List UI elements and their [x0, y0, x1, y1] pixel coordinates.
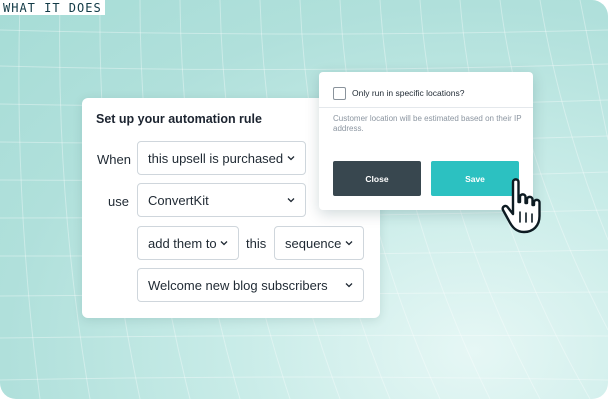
sequence-select-value: Welcome new blog subscribers: [148, 277, 328, 293]
chevron-down-icon: [345, 283, 353, 288]
chevron-down-icon: [287, 198, 295, 203]
hand-pointer-icon: [501, 178, 541, 234]
trigger-select[interactable]: this upsell is purchased: [137, 141, 306, 175]
rule-card-title: Set up your automation rule: [96, 112, 262, 126]
specific-locations-checkbox[interactable]: [333, 87, 346, 100]
chevron-down-icon: [287, 156, 295, 161]
section-label: WHAT IT DOES: [0, 0, 105, 15]
trigger-select-value: this upsell is purchased: [148, 150, 284, 166]
chevron-down-icon: [220, 241, 228, 246]
integration-select-value: ConvertKit: [148, 192, 209, 208]
action-select-value: add them to: [148, 235, 217, 251]
target-type-select[interactable]: sequence: [274, 226, 364, 260]
location-hint: Customer location will be estimated base…: [333, 114, 522, 133]
specific-locations-label: Only run in specific locations?: [352, 88, 465, 98]
sequence-select[interactable]: Welcome new blog subscribers: [137, 268, 364, 302]
when-label: When: [97, 152, 131, 167]
action-select[interactable]: add them to: [137, 226, 239, 260]
divider: [319, 107, 533, 108]
this-label: this: [246, 236, 267, 251]
target-type-select-value: sequence: [285, 235, 342, 251]
chevron-down-icon: [345, 241, 353, 246]
use-label: use: [108, 194, 129, 209]
close-button[interactable]: Close: [333, 161, 421, 196]
integration-select[interactable]: ConvertKit: [137, 183, 306, 217]
